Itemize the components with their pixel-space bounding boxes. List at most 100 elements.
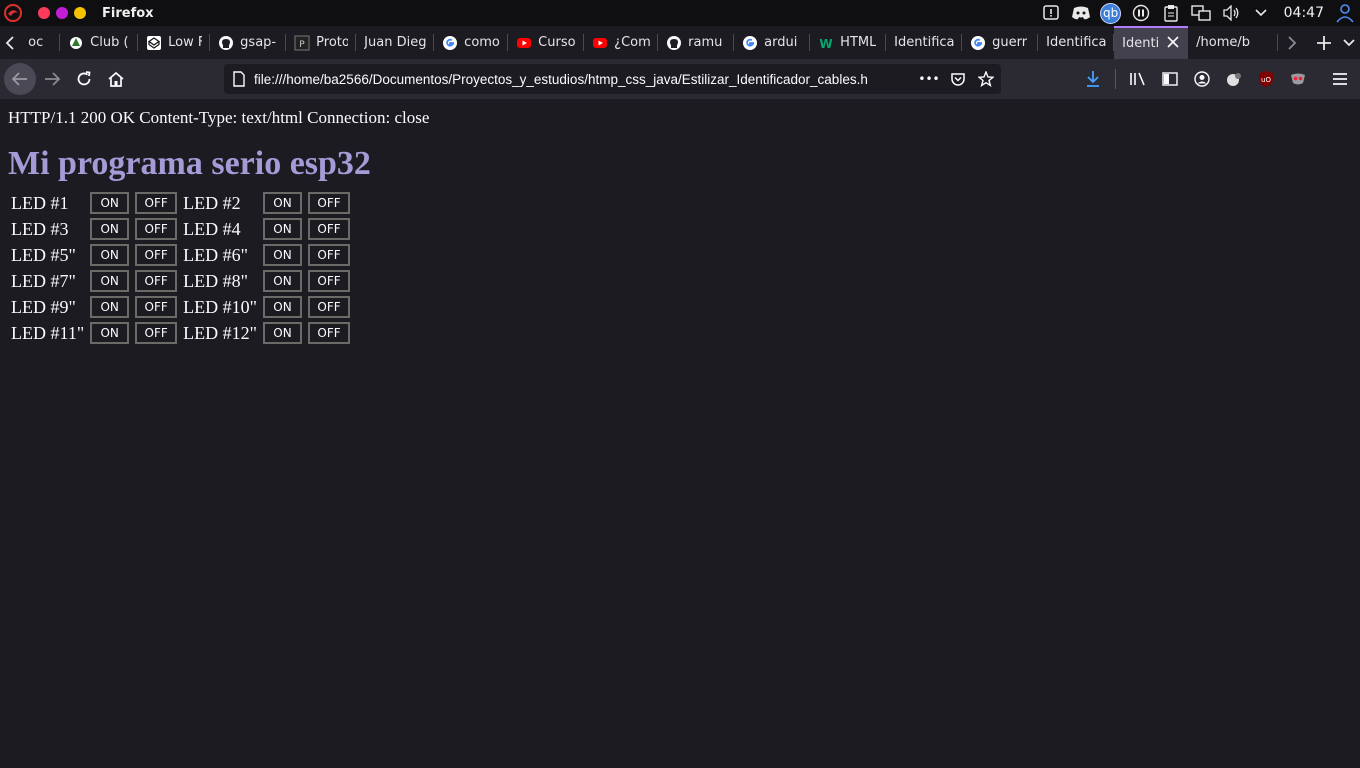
- led-row: LED #3 ON OFF LED #4 ON OFF: [8, 216, 353, 242]
- extension-ghost-icon[interactable]: [1220, 65, 1248, 93]
- tab-13[interactable]: guerr: [962, 26, 1039, 59]
- notification-icon[interactable]: [1040, 2, 1062, 24]
- led-button-cell: OFF: [132, 216, 180, 242]
- led-on-button[interactable]: ON: [263, 322, 303, 344]
- forward-button[interactable]: [36, 63, 68, 95]
- led-on-button[interactable]: ON: [90, 296, 130, 318]
- led-off-button[interactable]: OFF: [308, 218, 351, 240]
- led-on-button[interactable]: ON: [90, 192, 130, 214]
- url-text[interactable]: file:///home/ba2566/Documentos/Proyectos…: [254, 72, 914, 87]
- tab-8[interactable]: ¿Com: [584, 26, 659, 59]
- downloads-icon[interactable]: [1079, 65, 1107, 93]
- tab-9[interactable]: ramu: [658, 26, 735, 59]
- tab-2[interactable]: Low F: [138, 26, 211, 59]
- led-button-cell: OFF: [305, 294, 353, 320]
- ublock-origin-icon[interactable]: uO: [1252, 65, 1280, 93]
- tab-4[interactable]: P Proto: [286, 26, 357, 59]
- extension-mask-icon[interactable]: [1284, 65, 1312, 93]
- page-content: HTTP/1.1 200 OK Content-Type: text/html …: [0, 99, 1360, 768]
- led-off-button[interactable]: OFF: [135, 192, 178, 214]
- tab-11[interactable]: W HTML: [810, 26, 887, 59]
- led-off-button[interactable]: OFF: [308, 296, 351, 318]
- led-off-button[interactable]: OFF: [308, 192, 351, 214]
- led-on-button[interactable]: ON: [263, 270, 303, 292]
- maximize-window-dot[interactable]: [74, 7, 86, 19]
- tab-7[interactable]: Curso: [508, 26, 585, 59]
- pocket-icon[interactable]: [949, 70, 967, 88]
- close-window-dot[interactable]: [38, 7, 50, 19]
- tray-app-icon[interactable]: [1130, 2, 1152, 24]
- tab-6[interactable]: como: [434, 26, 509, 59]
- club-favicon-icon: [68, 35, 84, 51]
- tabs-scroll-left-icon[interactable]: [0, 26, 20, 59]
- app-menu-icon[interactable]: [1326, 65, 1354, 93]
- user-icon[interactable]: [1334, 2, 1356, 24]
- page-title: Mi programa serio esp32: [8, 145, 371, 182]
- svg-text:W: W: [820, 37, 833, 51]
- reload-button[interactable]: [68, 63, 100, 95]
- bookmark-star-icon[interactable]: [977, 70, 995, 88]
- led-on-button[interactable]: ON: [90, 270, 130, 292]
- led-off-button[interactable]: OFF: [135, 244, 178, 266]
- tab-14[interactable]: Identifica: [1038, 26, 1115, 59]
- led-on-button[interactable]: ON: [263, 296, 303, 318]
- library-icon[interactable]: [1124, 65, 1152, 93]
- led-on-button[interactable]: ON: [90, 322, 130, 344]
- w3schools-favicon-icon: W: [818, 35, 834, 51]
- led-button-cell: ON: [260, 242, 305, 268]
- google-favicon-icon: [742, 35, 758, 51]
- tab-15[interactable]: Identi: [1114, 26, 1189, 59]
- sidebar-icon[interactable]: [1156, 65, 1184, 93]
- led-off-button[interactable]: OFF: [308, 244, 351, 266]
- led-button-cell: ON: [260, 216, 305, 242]
- tab-16[interactable]: /home/b: [1188, 26, 1279, 59]
- led-off-button[interactable]: OFF: [308, 270, 351, 292]
- led-label: LED #9": [11, 296, 76, 317]
- led-label: LED #1: [11, 192, 69, 213]
- tab-label: Proto: [316, 35, 349, 50]
- tab-5[interactable]: Juan Dieg: [356, 26, 435, 59]
- page-icon[interactable]: [224, 71, 254, 87]
- tab-3[interactable]: gsap-: [210, 26, 287, 59]
- youtube-favicon-icon: [516, 35, 532, 51]
- tab-label: Club (: [90, 35, 129, 50]
- new-tab-icon[interactable]: [1310, 26, 1338, 59]
- led-button-cell: ON: [87, 268, 132, 294]
- led-on-button[interactable]: ON: [90, 218, 130, 240]
- back-button[interactable]: [4, 63, 36, 95]
- tab-label: Identifica: [1046, 35, 1107, 50]
- led-label: LED #6": [183, 244, 249, 265]
- qb-label: qb: [1100, 2, 1122, 24]
- led-button-cell: OFF: [305, 190, 353, 216]
- led-label: LED #2: [183, 192, 241, 213]
- url-bar[interactable]: file:///home/ba2566/Documentos/Proyectos…: [224, 64, 1001, 94]
- led-on-button[interactable]: ON: [90, 244, 130, 266]
- tab-12[interactable]: Identifica: [886, 26, 963, 59]
- led-on-button[interactable]: ON: [263, 244, 303, 266]
- led-off-button[interactable]: OFF: [135, 270, 178, 292]
- discord-icon[interactable]: [1070, 2, 1092, 24]
- account-icon[interactable]: [1188, 65, 1216, 93]
- distro-logo-icon[interactable]: [2, 2, 24, 24]
- led-off-button[interactable]: OFF: [135, 296, 178, 318]
- minimize-window-dot[interactable]: [56, 7, 68, 19]
- clock[interactable]: 04:47: [1284, 5, 1324, 21]
- led-off-button[interactable]: OFF: [308, 322, 351, 344]
- led-on-button[interactable]: ON: [263, 218, 303, 240]
- led-off-button[interactable]: OFF: [135, 218, 178, 240]
- tab-0[interactable]: oc: [20, 26, 61, 59]
- led-off-button[interactable]: OFF: [135, 322, 178, 344]
- tab-1[interactable]: Club (: [60, 26, 139, 59]
- led-on-button[interactable]: ON: [263, 192, 303, 214]
- home-button[interactable]: [100, 63, 132, 95]
- qbittorrent-icon[interactable]: qb: [1100, 2, 1122, 24]
- page-actions-icon[interactable]: •••: [918, 70, 939, 88]
- chevron-down-icon[interactable]: [1250, 2, 1272, 24]
- close-tab-icon[interactable]: [1167, 35, 1179, 52]
- network-icon[interactable]: [1190, 2, 1212, 24]
- list-all-tabs-icon[interactable]: [1338, 26, 1360, 59]
- tab-10[interactable]: ardui: [734, 26, 811, 59]
- tabs-scroll-right-icon[interactable]: [1282, 26, 1302, 59]
- clipboard-icon[interactable]: [1160, 2, 1182, 24]
- volume-icon[interactable]: [1220, 2, 1242, 24]
